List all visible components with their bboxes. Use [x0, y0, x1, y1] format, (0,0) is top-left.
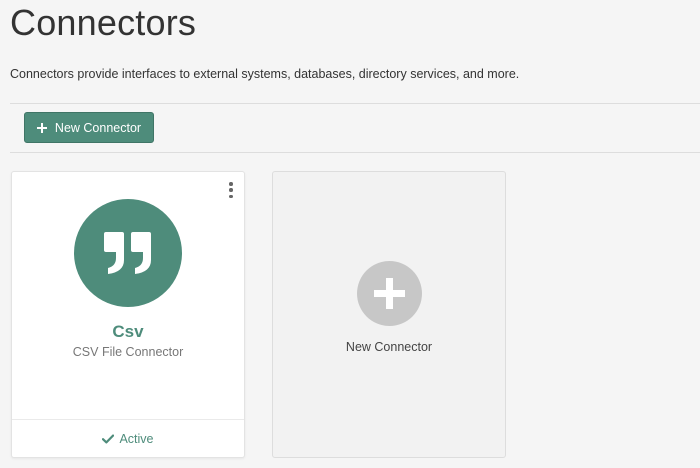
connector-status: Active — [12, 419, 244, 457]
page-title: Connectors — [10, 2, 197, 43]
kebab-menu-icon[interactable] — [228, 182, 234, 198]
new-connector-card[interactable]: New Connector — [272, 171, 506, 458]
divider — [10, 152, 700, 153]
new-connector-button[interactable]: New Connector — [24, 112, 154, 143]
page-description: Connectors provide interfaces to externa… — [10, 67, 520, 81]
new-connector-card-label: New Connector — [345, 340, 433, 354]
check-icon — [102, 434, 115, 444]
quote-icon — [104, 232, 151, 274]
connector-status-label: Active — [119, 431, 154, 446]
connector-card-csv[interactable]: Csv CSV File Connector Active — [11, 171, 245, 458]
connector-name: Csv — [112, 322, 144, 341]
add-circle-icon — [357, 261, 422, 326]
plus-icon — [36, 122, 47, 133]
connector-type: CSV File Connector — [72, 345, 184, 359]
connector-avatar — [74, 199, 182, 307]
new-connector-button-label: New Connector — [54, 120, 142, 135]
divider — [10, 103, 700, 104]
